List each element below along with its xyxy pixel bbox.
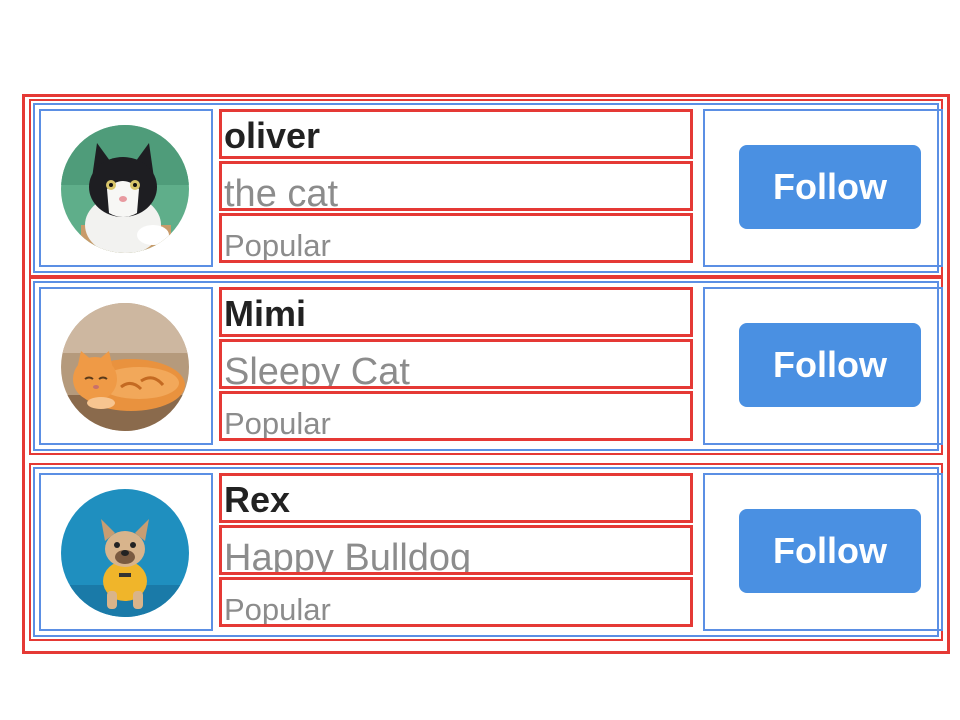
follow-cell: Follow bbox=[703, 473, 943, 631]
avatar-cell bbox=[39, 109, 213, 267]
follow-cell: Follow bbox=[703, 109, 943, 267]
user-tag: Popular bbox=[224, 228, 331, 263]
list-item-inner: Mimi Sleepy Cat Popular Follow bbox=[33, 281, 943, 451]
tag-line: Popular bbox=[219, 213, 693, 263]
bulldog-avatar-icon bbox=[61, 489, 189, 617]
user-info: oliver the cat Popular bbox=[217, 109, 697, 267]
subtitle-line: Sleepy Cat bbox=[219, 339, 693, 389]
user-subtitle: Sleepy Cat bbox=[224, 351, 410, 389]
user-name: oliver bbox=[224, 115, 321, 156]
list-item-inner: Rex Happy Bulldog Popular Follow bbox=[33, 467, 943, 637]
user-info: Mimi Sleepy Cat Popular bbox=[217, 287, 697, 445]
list-item: Mimi Sleepy Cat Popular Follow bbox=[29, 277, 943, 455]
follow-button[interactable]: Follow bbox=[739, 323, 921, 407]
tag-line: Popular bbox=[219, 577, 693, 627]
user-name: Mimi bbox=[224, 293, 307, 334]
user-list: oliver the cat Popular Follow Mimi Sleep… bbox=[22, 94, 950, 654]
user-name: Rex bbox=[224, 479, 291, 520]
name-line: oliver bbox=[219, 109, 693, 159]
follow-cell: Follow bbox=[703, 287, 943, 445]
list-item-inner: oliver the cat Popular Follow bbox=[33, 103, 943, 273]
user-tag: Popular bbox=[224, 592, 331, 627]
user-subtitle: the cat bbox=[224, 173, 339, 211]
user-subtitle: Happy Bulldog bbox=[224, 537, 472, 575]
list-item: oliver the cat Popular Follow bbox=[29, 99, 943, 277]
name-line: Rex bbox=[219, 473, 693, 523]
subtitle-line: the cat bbox=[219, 161, 693, 211]
orange-cat-avatar-icon bbox=[61, 303, 189, 431]
follow-button[interactable]: Follow bbox=[739, 145, 921, 229]
avatar-cell bbox=[39, 287, 213, 445]
tag-line: Popular bbox=[219, 391, 693, 441]
user-info: Rex Happy Bulldog Popular bbox=[217, 473, 697, 631]
list-item: Rex Happy Bulldog Popular Follow bbox=[29, 463, 943, 641]
follow-button[interactable]: Follow bbox=[739, 509, 921, 593]
name-line: Mimi bbox=[219, 287, 693, 337]
avatar-cell bbox=[39, 473, 213, 631]
cat-black-white-avatar-icon bbox=[61, 125, 189, 253]
user-tag: Popular bbox=[224, 406, 331, 441]
subtitle-line: Happy Bulldog bbox=[219, 525, 693, 575]
